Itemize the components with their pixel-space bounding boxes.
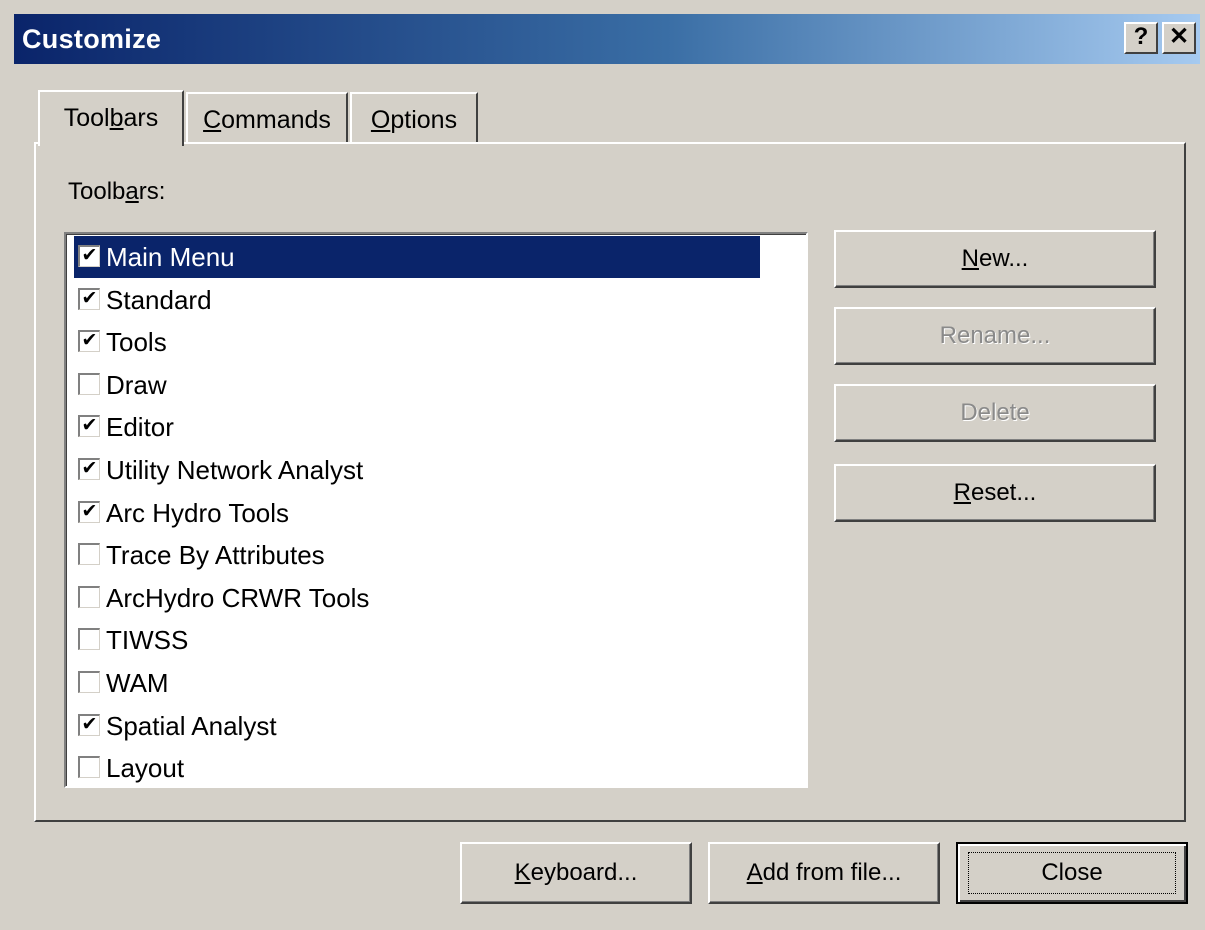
checkbox-unchecked[interactable] <box>78 585 100 608</box>
list-item[interactable]: ✔ Utility Network Analyst <box>74 449 760 491</box>
new-button[interactable]: New... <box>834 230 1156 288</box>
list-item-label: Main Menu <box>106 242 235 272</box>
tab-commands[interactable]: Commands <box>186 92 348 144</box>
tab-options[interactable]: Options <box>350 92 478 144</box>
close-button[interactable]: Close <box>956 842 1188 904</box>
checkbox-checked[interactable]: ✔ <box>78 415 100 438</box>
checkbox-unchecked[interactable] <box>78 671 100 693</box>
list-item[interactable]: ArcHydro CRWR Tools <box>74 577 760 619</box>
list-item[interactable]: ✔ Main Menu <box>74 236 760 278</box>
tab-commands-label: Commands <box>203 106 331 134</box>
tab-toolbars-label: Toolbars <box>63 104 159 132</box>
keyboard-button[interactable]: Keyboard... <box>460 842 692 904</box>
list-item[interactable]: ✔ Spatial Analyst <box>74 705 760 747</box>
list-item-label: ArcHydro CRWR Tools <box>106 582 370 613</box>
checkbox-checked[interactable]: ✔ <box>78 330 100 353</box>
toolbars-list-label: Toolbars: <box>68 178 166 205</box>
list-item-label: Arc Hydro Tools <box>106 497 290 528</box>
list-item[interactable]: ✔ Editor <box>74 406 760 448</box>
checkbox-unchecked[interactable] <box>78 628 100 651</box>
checkbox-checked[interactable]: ✔ <box>78 500 100 523</box>
list-item-label: Spatial Analyst <box>106 710 277 741</box>
list-item-label: Utility Network Analyst <box>106 455 364 485</box>
checkbox-checked[interactable]: ✔ <box>78 245 100 267</box>
checkbox-checked[interactable]: ✔ <box>78 287 100 310</box>
title-bar[interactable]: Customize ? ✕ <box>14 14 1200 64</box>
rename-button[interactable]: Rename... <box>834 307 1156 365</box>
list-item[interactable]: ✔ Standard <box>74 279 760 321</box>
delete-button[interactable]: Delete <box>834 384 1156 442</box>
list-item[interactable]: Layout <box>74 747 760 786</box>
close-icon: ✕ <box>1168 23 1190 50</box>
tab-toolbars[interactable]: Toolbars <box>38 90 184 146</box>
list-item-label: WAM <box>106 668 169 698</box>
list-item[interactable]: ✔ Tools <box>74 321 760 363</box>
checkbox-unchecked[interactable] <box>78 372 100 395</box>
checkbox-checked[interactable]: ✔ <box>78 713 100 736</box>
checkbox-unchecked[interactable] <box>78 543 100 566</box>
checkbox-unchecked[interactable] <box>78 756 100 779</box>
reset-button[interactable]: Reset... <box>834 464 1156 522</box>
list-item-label: Tools <box>106 327 167 358</box>
list-item-label: Editor <box>106 412 174 443</box>
list-item[interactable]: WAM <box>74 662 760 704</box>
list-item[interactable]: Trace By Attributes <box>74 534 760 576</box>
list-item-label: Standard <box>106 284 212 315</box>
list-item[interactable]: TIWSS <box>74 619 760 661</box>
list-item-label: Layout <box>106 753 185 784</box>
close-window-button[interactable]: ✕ <box>1162 22 1196 54</box>
tab-options-label: Options <box>370 106 458 134</box>
list-item-label: Trace By Attributes <box>106 540 325 571</box>
checkbox-checked[interactable]: ✔ <box>78 458 100 480</box>
list-item-label: TIWSS <box>106 625 189 656</box>
list-item[interactable]: Draw <box>74 364 760 406</box>
close-button-label: Close <box>968 852 1176 894</box>
add-from-file-button[interactable]: Add from file... <box>708 842 940 904</box>
help-button[interactable]: ? <box>1124 22 1158 54</box>
window-title: Customize <box>22 24 162 54</box>
list-item-label: Draw <box>106 369 167 400</box>
list-item[interactable]: ✔ Arc Hydro Tools <box>74 492 760 534</box>
toolbars-list[interactable]: ✔ Main Menu ✔ Standard ✔ Tools Draw ✔ Editor ✔ Uti… <box>64 232 808 788</box>
